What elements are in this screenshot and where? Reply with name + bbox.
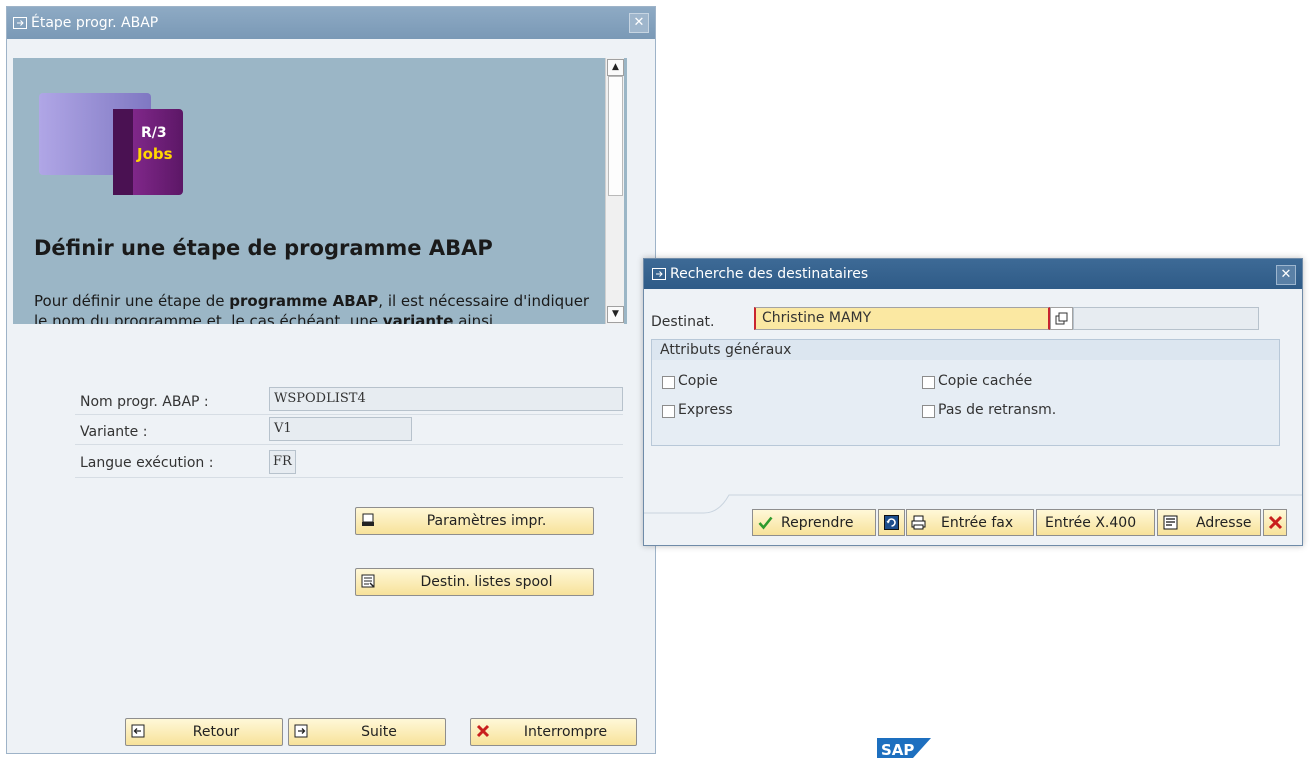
window-icon	[13, 17, 27, 29]
language-field[interactable]: FR	[269, 450, 296, 474]
program-step-dialog: Étape progr. ABAP ✕ R/3 Jobs Définir une…	[6, 6, 656, 754]
cancel-x-icon	[1268, 515, 1283, 530]
help-text: Pour définir une étape de programme ABAP…	[34, 292, 590, 324]
dialog-titlebar[interactable]: Étape progr. ABAP ✕	[7, 7, 655, 39]
next-button[interactable]: Suite	[288, 718, 446, 746]
address-list-icon	[1163, 515, 1178, 530]
next-page-icon	[294, 724, 308, 738]
value-help-button[interactable]	[1050, 307, 1073, 330]
close-icon[interactable]: ✕	[629, 13, 649, 33]
scroll-down-icon[interactable]: ▼	[607, 306, 624, 323]
printer-icon	[362, 513, 374, 526]
recipient-type-field[interactable]	[1073, 307, 1259, 330]
copy-icon	[1055, 312, 1068, 325]
cancel-x-icon	[476, 724, 490, 738]
blind-copy-checkbox[interactable]	[922, 376, 935, 389]
blind-copy-checkbox-label: Copie cachée	[938, 373, 1033, 389]
copy-checkbox[interactable]	[662, 376, 675, 389]
row-divider	[75, 444, 623, 445]
refresh-button[interactable]	[878, 509, 905, 536]
general-attributes-group: Copie Copie cachée Express Pas de retran…	[651, 360, 1280, 446]
general-attributes-header: Attributs généraux	[651, 339, 1280, 361]
program-name-label: Nom progr. ABAP :	[80, 394, 209, 410]
dialog-title: Étape progr. ABAP	[31, 15, 159, 31]
print-parameters-button[interactable]: Paramètres impr.	[355, 507, 594, 535]
fax-printer-icon	[911, 515, 926, 530]
help-panel: R/3 Jobs Définir une étape de programme …	[13, 58, 627, 324]
recipient-search-dialog: Recherche des destinataires ✕ Destinat. …	[643, 258, 1303, 546]
address-button[interactable]: Adresse	[1157, 509, 1261, 536]
variant-field[interactable]: V1	[269, 417, 412, 441]
cancel-button[interactable]	[1263, 509, 1287, 536]
svg-text:R/3: R/3	[141, 125, 167, 141]
spool-recipients-button[interactable]: Destin. listes spool	[355, 568, 594, 596]
express-checkbox-label: Express	[678, 402, 733, 418]
recipient-input[interactable]: Christine MAMY	[754, 307, 1050, 330]
no-forward-checkbox-label: Pas de retransm.	[938, 402, 1057, 418]
close-icon[interactable]: ✕	[1276, 265, 1296, 285]
row-divider	[75, 414, 623, 415]
checkmark-icon	[758, 516, 773, 530]
x400-entry-button[interactable]: Entrée X.400	[1036, 509, 1155, 536]
language-label: Langue exécution :	[80, 455, 214, 471]
dialog-title: Recherche des destinataires	[670, 266, 869, 282]
take-over-button[interactable]: Reprendre	[752, 509, 876, 536]
no-forward-checkbox[interactable]	[922, 405, 935, 418]
refresh-icon	[884, 515, 899, 530]
window-icon	[652, 268, 666, 280]
express-checkbox[interactable]	[662, 405, 675, 418]
sap-logo: SAP	[877, 738, 931, 758]
dialog-titlebar[interactable]: Recherche des destinataires ✕	[644, 259, 1302, 289]
scroll-thumb[interactable]	[608, 76, 623, 196]
scroll-up-icon[interactable]: ▲	[607, 59, 624, 76]
variant-label: Variante :	[80, 424, 148, 440]
help-scrollbar[interactable]: ▲ ▼	[605, 58, 624, 324]
fax-entry-button[interactable]: Entrée fax	[906, 509, 1034, 536]
svg-text:Jobs: Jobs	[136, 145, 173, 163]
spool-list-icon	[361, 574, 375, 588]
r3-jobs-logo: R/3 Jobs	[39, 93, 183, 195]
help-heading: Définir une étape de programme ABAP	[34, 236, 493, 260]
cancel-button[interactable]: Interrompre	[470, 718, 637, 746]
row-divider	[75, 477, 623, 478]
program-name-field[interactable]: WSPODLIST4	[269, 387, 623, 411]
copy-checkbox-label: Copie	[678, 373, 718, 389]
back-button[interactable]: Retour	[125, 718, 283, 746]
svg-text:SAP: SAP	[881, 741, 914, 758]
recipient-label: Destinat.	[651, 314, 715, 330]
back-page-icon	[131, 724, 145, 738]
